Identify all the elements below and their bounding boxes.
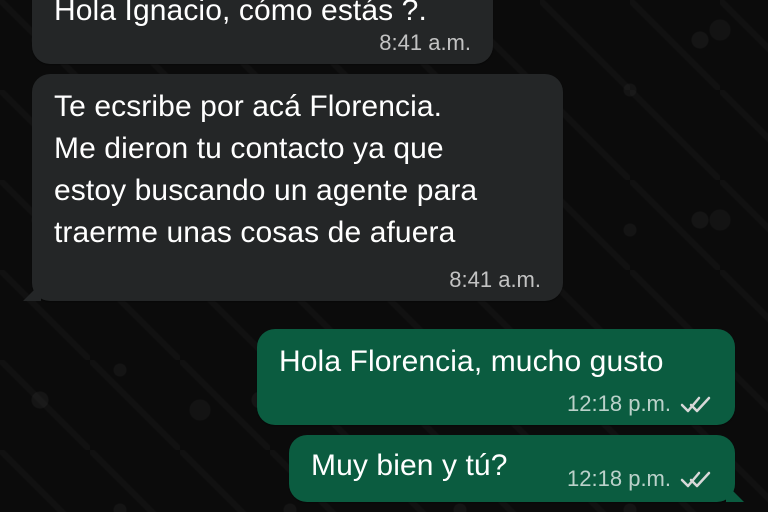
outgoing-message-2[interactable]: Muy bien y tú? 12:18 p.m. — [289, 435, 744, 502]
bubble-tail — [23, 283, 41, 301]
double-check-icon — [680, 471, 711, 488]
message-text: Te ecsribe por acá Florencia. Me dieron … — [54, 90, 478, 249]
message-text: Hola Ignacio, cómo estás ?. — [54, 0, 427, 27]
message-time: 8:41 a.m. — [379, 30, 471, 55]
message-time: 12:18 p.m. — [567, 466, 671, 491]
outgoing-message-1[interactable]: Hola Florencia, mucho gusto 12:18 p.m. — [257, 329, 735, 425]
message-time: 12:18 p.m. — [567, 391, 671, 416]
message-time: 8:41 a.m. — [449, 267, 541, 292]
incoming-message-2[interactable]: Te ecsribe por acá Florencia. Me dieron … — [23, 74, 563, 301]
message-text: Hola Florencia, mucho gusto — [279, 345, 664, 378]
incoming-message-1[interactable]: Hola Ignacio, cómo estás ?. 8:41 a.m. — [32, 0, 493, 64]
message-meta: 12:18 p.m. — [567, 391, 713, 417]
message-meta: 8:41 a.m. — [449, 267, 541, 293]
message-meta: 12:18 p.m. — [567, 466, 713, 492]
double-check-icon — [680, 396, 711, 413]
message-meta: 8:41 a.m. — [379, 30, 471, 56]
bubble-tail — [726, 484, 744, 502]
chat-thread[interactable]: Hola Ignacio, cómo estás ?. 8:41 a.m. Te… — [0, 0, 768, 512]
